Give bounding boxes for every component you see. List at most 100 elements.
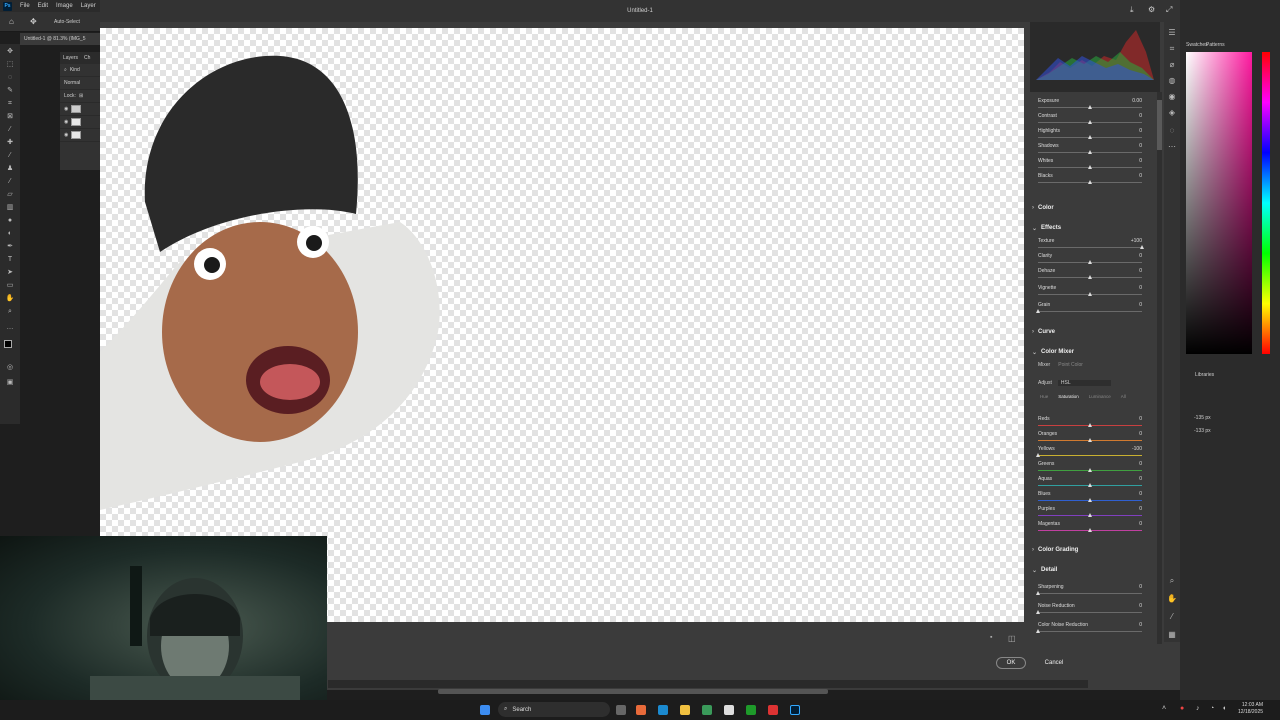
hue-slider[interactable]: [1262, 52, 1270, 354]
slider-clarity[interactable]: Clarity 0: [1038, 253, 1148, 267]
slider-thumb[interactable]: [1088, 292, 1092, 296]
frame-tool-icon[interactable]: ⊠: [5, 113, 15, 120]
slider-value[interactable]: -100: [1132, 446, 1142, 452]
section-color-mixer[interactable]: ⌄ Color Mixer: [1032, 346, 1152, 358]
slider-track[interactable]: [1038, 612, 1142, 613]
tab-mixer-0[interactable]: Mixer: [1038, 362, 1050, 368]
sampler-icon[interactable]: ⁄: [1167, 612, 1177, 622]
slider-value[interactable]: 0: [1139, 416, 1142, 422]
menu-layer[interactable]: Layer: [81, 3, 96, 9]
crop-icon[interactable]: ⌗: [1167, 44, 1177, 54]
slider-color-noise-reduction[interactable]: Color Noise Reduction 0: [1036, 622, 1148, 636]
slider-blues[interactable]: Blues 0: [1038, 491, 1148, 505]
slider-thumb[interactable]: [1088, 498, 1092, 502]
healing-brush-icon[interactable]: ✚: [5, 139, 15, 146]
slider-thumb[interactable]: [1088, 105, 1092, 109]
redeye-icon[interactable]: ◉: [1167, 92, 1177, 102]
slider-thumb[interactable]: [1140, 245, 1144, 249]
slider-texture[interactable]: Texture +100: [1038, 238, 1148, 252]
marquee-tool-icon[interactable]: ⬚: [5, 61, 15, 68]
slider-value[interactable]: 0: [1139, 491, 1142, 497]
slider-value[interactable]: 0: [1139, 143, 1142, 149]
slider-value[interactable]: 0: [1139, 302, 1142, 308]
brush-tool-icon[interactable]: ⁄: [5, 152, 15, 159]
slider-thumb[interactable]: [1088, 528, 1092, 532]
slider-track[interactable]: [1038, 247, 1142, 248]
slider-thumb[interactable]: [1088, 165, 1092, 169]
menu-edit[interactable]: Edit: [38, 3, 48, 9]
color-picker-field[interactable]: [1186, 52, 1252, 354]
gear-icon[interactable]: ⚙: [1148, 5, 1155, 14]
quick-mask-icon[interactable]: ◎: [5, 364, 15, 371]
slider-thumb[interactable]: [1088, 180, 1092, 184]
autoselect-checkbox[interactable]: Auto-Select: [54, 19, 80, 25]
slider-oranges[interactable]: Oranges 0: [1038, 431, 1148, 445]
slider-track[interactable]: [1038, 455, 1142, 456]
pen-tool-icon[interactable]: ✒: [5, 243, 15, 250]
path-select-icon[interactable]: ➤: [5, 269, 15, 276]
document-tab[interactable]: Untitled-1 @ 81.3% (IMG_5: [20, 33, 100, 45]
panel-scrollbar[interactable]: [1157, 92, 1162, 644]
slider-thumb[interactable]: [1036, 453, 1040, 457]
horizontal-scrollbar-thumb[interactable]: [438, 689, 828, 694]
slider-yellows[interactable]: Yellows -100: [1036, 446, 1148, 460]
zoom-tool-icon[interactable]: ⌕: [5, 308, 15, 315]
slider-track[interactable]: [1038, 311, 1142, 312]
lasso-tool-icon[interactable]: ◌: [5, 74, 15, 81]
slider-thumb[interactable]: [1036, 610, 1040, 614]
slider-thumb[interactable]: [1088, 120, 1092, 124]
slider-value[interactable]: 0: [1139, 461, 1142, 467]
tray-chevron-icon[interactable]: ˄: [1162, 705, 1166, 712]
slider-exposure[interactable]: Exposure 0.00: [1038, 98, 1148, 112]
zoom-icon[interactable]: ⌕: [1167, 576, 1177, 586]
rectangle-tool-icon[interactable]: ▭: [5, 282, 15, 289]
slider-vignette[interactable]: Vignette 0: [1038, 285, 1148, 299]
eraser-tool-icon[interactable]: ▱: [5, 191, 15, 198]
slider-thumb[interactable]: [1088, 438, 1092, 442]
slider-shadows[interactable]: Shadows 0: [1038, 143, 1148, 157]
masking-icon[interactable]: ◍: [1167, 76, 1177, 86]
slider-thumb[interactable]: [1088, 135, 1092, 139]
store-icon[interactable]: [702, 705, 712, 715]
eye-icon[interactable]: ◉: [64, 106, 68, 112]
eye-icon[interactable]: ◉: [64, 132, 68, 138]
more-options-icon[interactable]: ⋯: [1167, 142, 1177, 152]
xbox-icon[interactable]: [746, 705, 756, 715]
slider-track[interactable]: [1038, 631, 1142, 632]
tab-swatches[interactable]: Swatches: [1186, 42, 1208, 48]
slider-value[interactable]: 0: [1139, 584, 1142, 590]
x-position[interactable]: -135 px: [1194, 415, 1211, 421]
slider-track[interactable]: [1038, 593, 1142, 594]
type-tool-icon[interactable]: T: [5, 256, 15, 263]
slider-thumb[interactable]: [1088, 513, 1092, 517]
slider-value[interactable]: 0: [1139, 253, 1142, 259]
slider-value[interactable]: 0: [1139, 476, 1142, 482]
before-after-icon[interactable]: ◫: [1008, 634, 1016, 643]
volume-icon[interactable]: ◖: [1222, 705, 1226, 712]
subtab-1[interactable]: Saturation: [1058, 394, 1079, 399]
blend-mode-select[interactable]: Normal: [60, 77, 100, 90]
tray-app-icon[interactable]: ●: [1180, 705, 1184, 712]
slider-thumb[interactable]: [1088, 150, 1092, 154]
slider-value[interactable]: 0: [1139, 173, 1142, 179]
fullscreen-icon[interactable]: ⤢: [1166, 5, 1172, 15]
slider-thumb[interactable]: [1088, 468, 1092, 472]
layer-row[interactable]: ◉: [60, 116, 100, 129]
slider-purples[interactable]: Purples 0: [1038, 506, 1148, 520]
slider-noise-reduction[interactable]: Noise Reduction 0: [1036, 603, 1148, 617]
slider-thumb[interactable]: [1036, 309, 1040, 313]
subtab-3[interactable]: All: [1121, 394, 1126, 399]
slider-magentas[interactable]: Magentas 0: [1038, 521, 1148, 535]
slider-reds[interactable]: Reds 0: [1038, 416, 1148, 430]
slider-value[interactable]: +100: [1131, 238, 1142, 244]
slider-thumb[interactable]: [1036, 629, 1040, 633]
layer-row[interactable]: ◉: [60, 129, 100, 142]
section-detail[interactable]: ⌄ Detail: [1032, 564, 1152, 576]
photoshop-taskbar-icon[interactable]: [790, 705, 800, 715]
slider-value[interactable]: 0: [1139, 622, 1142, 628]
start-icon[interactable]: [480, 705, 490, 715]
taskbar-search[interactable]: ⌕ Search: [498, 702, 610, 717]
menu-file[interactable]: File: [20, 3, 30, 9]
slider-value[interactable]: 0.00: [1132, 98, 1142, 104]
media-icon[interactable]: [724, 705, 734, 715]
